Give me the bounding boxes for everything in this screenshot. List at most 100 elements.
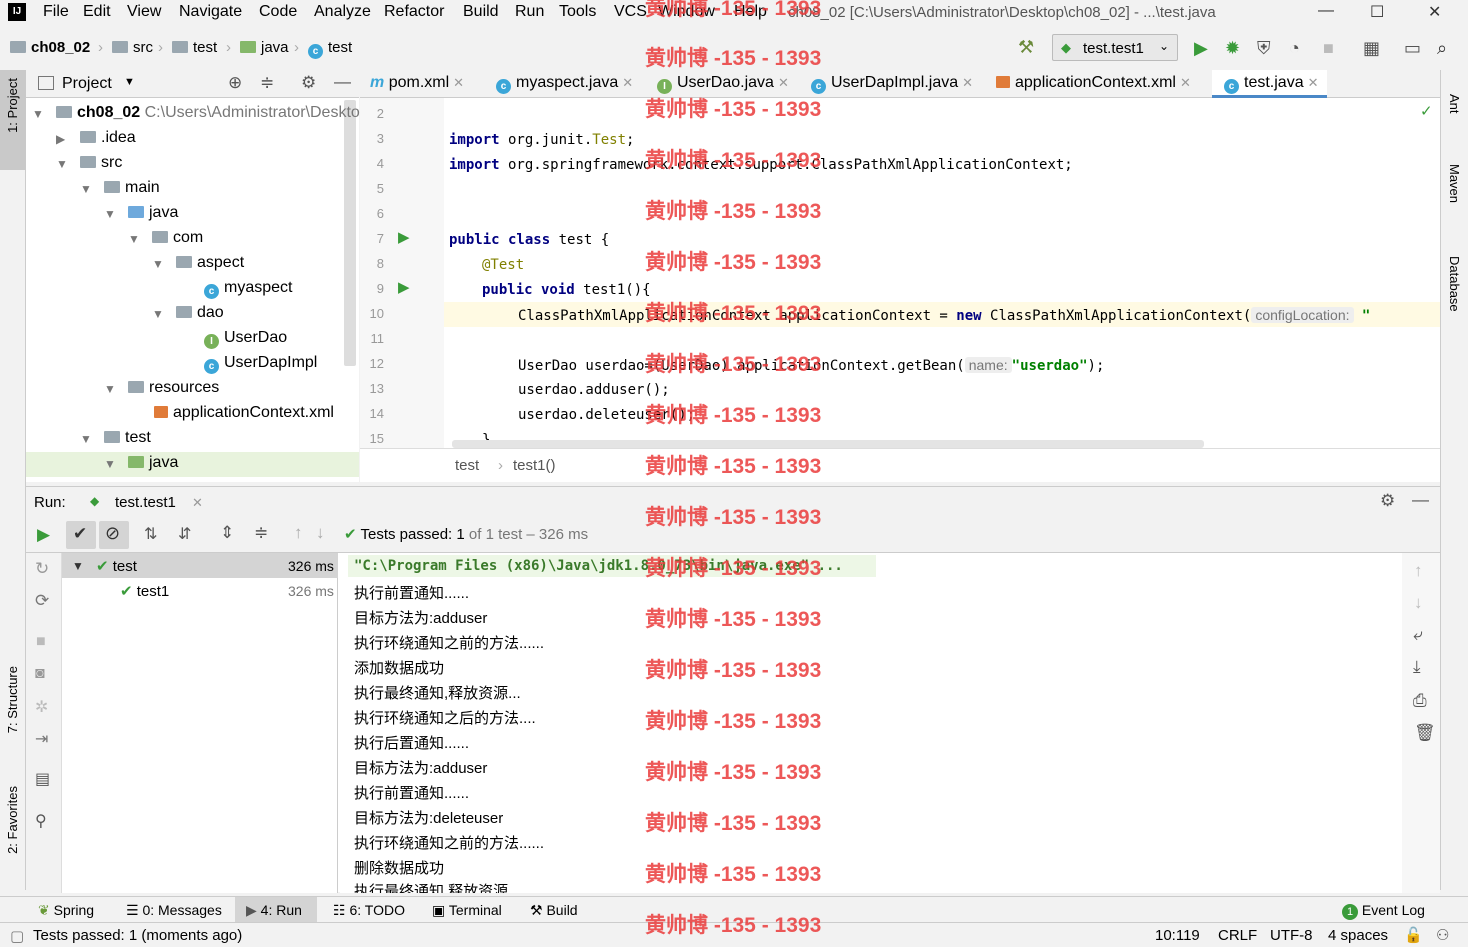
menu-run[interactable]: Run — [515, 3, 544, 21]
tree-node-com[interactable]: com — [152, 229, 203, 247]
settings-icon[interactable]: ✲ — [35, 697, 48, 717]
layout-icon[interactable]: ▤ — [35, 769, 50, 789]
run-icon[interactable]: ▶ — [1194, 38, 1208, 59]
favorites-tool-tab[interactable]: 2: Favorites — [5, 786, 20, 854]
close-tab-icon[interactable]: ✕ — [192, 495, 203, 511]
menu-vcs[interactable]: VCS — [614, 3, 647, 21]
file-encoding[interactable]: UTF-8 — [1270, 927, 1313, 944]
scroll-down-icon[interactable]: ↓ — [1414, 593, 1423, 613]
spring-tool-tab[interactable]: ❦ Spring — [38, 902, 94, 919]
tree-node-userdao[interactable]: I UserDao — [204, 329, 287, 349]
project-scrollbar[interactable] — [344, 100, 356, 366]
tab-applicationcontext[interactable]: applicationContext.xml ✕ — [996, 74, 1191, 92]
menu-build[interactable]: Build — [463, 3, 499, 21]
tree-node-applicationcontext[interactable]: applicationContext.xml — [154, 404, 334, 422]
lock-icon[interactable]: 🔓 — [1404, 926, 1423, 944]
menu-file[interactable]: File — [43, 3, 69, 21]
run-tool-tab[interactable]: ▶ 4: Run — [246, 902, 302, 919]
line-separator[interactable]: CRLF — [1218, 927, 1257, 944]
hide-icon[interactable]: — — [334, 72, 351, 92]
close-tab-icon[interactable]: ✕ — [778, 75, 789, 90]
coverage-icon[interactable]: ⛨ — [1257, 38, 1271, 59]
rerun-failed-icon[interactable]: ↻ — [35, 559, 49, 579]
event-log-tool-tab[interactable]: 1 Event Log — [1342, 902, 1425, 920]
tree-node-src[interactable]: src — [80, 154, 122, 172]
close-tab-icon[interactable]: ✕ — [622, 75, 633, 90]
show-ignored-icon[interactable]: ⊘ — [105, 523, 120, 544]
menu-tools[interactable]: Tools — [559, 3, 596, 21]
pin-icon[interactable]: ⚲ — [35, 811, 47, 831]
profile-icon[interactable]: ◔ — [1289, 38, 1300, 59]
tree-node-main[interactable]: main — [104, 179, 160, 197]
breadcrumb-test-class[interactable]: c test — [308, 39, 352, 59]
run-gutter-icon[interactable]: ▶ — [398, 278, 410, 296]
close-tab-icon[interactable]: ✕ — [453, 75, 464, 90]
tab-myaspect[interactable]: c myaspect.java ✕ — [496, 74, 633, 94]
tab-userdao[interactable]: I UserDao.java ✕ — [657, 74, 789, 94]
minimize-icon[interactable]: — — [1318, 2, 1334, 20]
previous-test-icon[interactable]: ↑ — [294, 523, 303, 543]
sort-duration-icon[interactable]: ⇵ — [178, 524, 191, 544]
rerun-icon[interactable]: ▶ — [37, 525, 50, 545]
close-tab-icon[interactable]: ✕ — [1308, 75, 1319, 90]
sort-alpha-icon[interactable]: ⇅ — [144, 524, 157, 544]
tree-node-userdapimpl[interactable]: c UserDapImpl — [204, 354, 317, 374]
todo-tool-tab[interactable]: ☷ 6: TODO — [333, 902, 405, 919]
import-icon[interactable]: ⇥ — [35, 729, 48, 749]
tree-node-test-java[interactable]: java — [128, 454, 178, 472]
scroll-up-icon[interactable]: ↑ — [1414, 561, 1423, 581]
project-structure-icon[interactable]: ▦ — [1363, 38, 1380, 59]
scroll-to-end-icon[interactable]: ⤓ — [1413, 657, 1421, 677]
structure-tool-tab[interactable]: 7: Structure — [5, 666, 20, 733]
breadcrumb-class[interactable]: test — [455, 457, 479, 474]
menu-view[interactable]: View — [127, 3, 161, 21]
run-gutter-icon[interactable]: ▶ — [398, 228, 410, 246]
horizontal-scrollbar[interactable] — [452, 440, 1204, 448]
collapse-all-icon[interactable]: ≑ — [260, 73, 274, 93]
project-tool-tab[interactable]: 1: Project — [5, 78, 20, 133]
tree-node-resources[interactable]: resources — [128, 379, 219, 397]
build-tool-tab[interactable]: ⚒ Build — [530, 902, 578, 919]
inspection-ok-icon[interactable]: ✓ — [1420, 102, 1433, 120]
tree-node-myaspect[interactable]: c myaspect — [204, 279, 292, 299]
breadcrumb-method[interactable]: test1() — [513, 457, 556, 474]
tree-node-aspect[interactable]: aspect — [176, 254, 244, 272]
gear-icon[interactable]: ⚙ — [301, 73, 316, 93]
collapse-all-icon[interactable]: ≑ — [254, 523, 268, 543]
stop-icon[interactable]: ■ — [1323, 38, 1334, 59]
tree-node-test[interactable]: test — [104, 429, 151, 447]
tree-node-idea[interactable]: .idea — [80, 129, 136, 147]
show-passed-icon[interactable]: ✔ — [73, 524, 87, 544]
close-tab-icon[interactable]: ✕ — [1180, 75, 1191, 90]
trash-icon[interactable]: 🗑 — [1414, 723, 1436, 743]
memory-indicator-icon[interactable]: ⚇ — [1436, 926, 1449, 944]
indent-setting[interactable]: 4 spaces — [1328, 927, 1388, 944]
messages-tool-tab[interactable]: ☰ 0: Messages — [126, 902, 222, 919]
tab-pom-xml[interactable]: m pom.xml ✕ — [370, 74, 464, 92]
breadcrumb-java[interactable]: java — [240, 39, 289, 56]
stop-icon[interactable]: ■ — [36, 633, 46, 651]
menu-analyze[interactable]: Analyze — [314, 3, 371, 21]
breadcrumb-test[interactable]: test — [172, 39, 217, 56]
test-suite-node[interactable]: ✔ test — [96, 557, 137, 575]
menu-code[interactable]: Code — [259, 3, 297, 21]
console-output[interactable]: "C:\Program Files (x86)\Java\jdk1.8.0_73… — [340, 553, 1402, 893]
terminal-tool-tab[interactable]: ▣ Terminal — [432, 902, 502, 919]
next-test-icon[interactable]: ↓ — [316, 523, 325, 543]
breadcrumb-src[interactable]: src — [112, 39, 153, 56]
ant-tool-tab[interactable]: Ant — [1447, 94, 1462, 114]
test-case-node[interactable]: ✔ test1 — [120, 582, 169, 600]
run-tab[interactable]: test.test1 — [115, 494, 176, 511]
tab-userdapimpl[interactable]: c UserDapImpl.java ✕ — [811, 74, 973, 94]
status-message[interactable]: Tests passed: 1 (moments ago) — [33, 927, 242, 944]
database-tool-tab[interactable]: Database — [1447, 256, 1462, 312]
camera-icon[interactable]: ◙ — [35, 665, 45, 683]
menu-navigate[interactable]: Navigate — [179, 3, 242, 21]
project-view-selector[interactable]: Project — [62, 75, 112, 93]
maximize-icon[interactable]: ☐ — [1370, 2, 1384, 22]
close-tab-icon[interactable]: ✕ — [962, 75, 973, 90]
menu-refactor[interactable]: Refactor — [384, 3, 444, 21]
expand-all-icon[interactable]: ⇕ — [220, 523, 234, 543]
tree-node-dao[interactable]: dao — [176, 304, 224, 322]
build-hammer-icon[interactable]: ⚒ — [1018, 37, 1034, 58]
